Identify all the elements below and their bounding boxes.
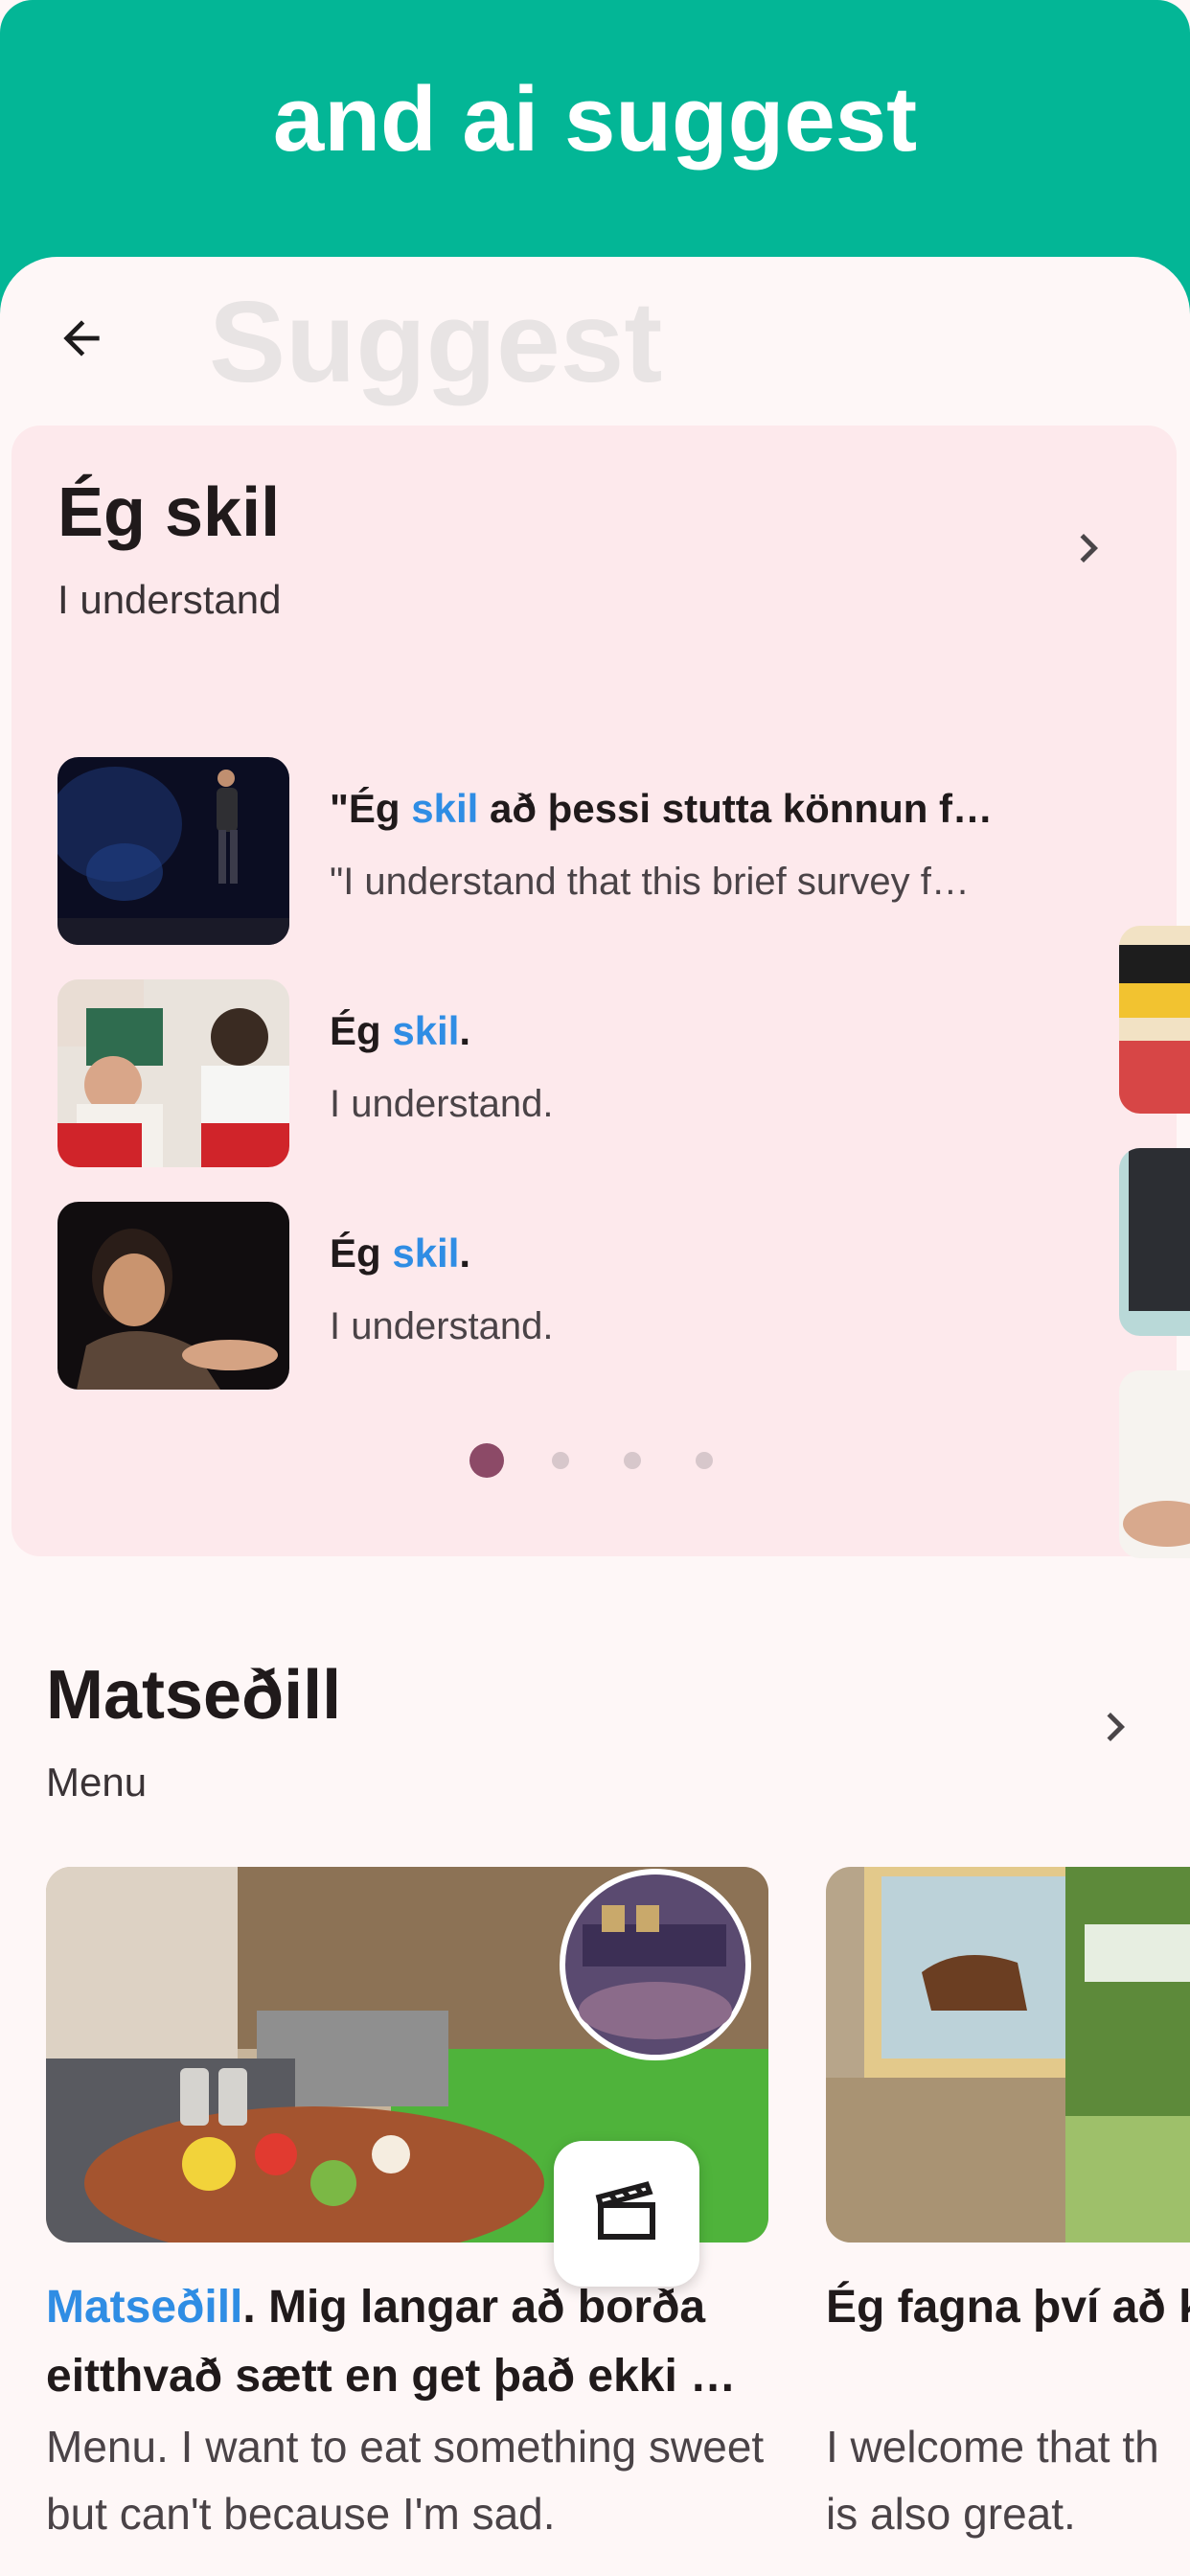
example-row[interactable]: "Ég skil að þessi stutta könnun f… "I un… <box>57 757 1111 945</box>
video-play-button[interactable] <box>554 2141 699 2287</box>
page-dot[interactable] <box>552 1452 569 1469</box>
chevron-right-icon <box>1107 1713 1125 1741</box>
back-button[interactable] <box>38 295 125 381</box>
page-dot[interactable] <box>696 1452 713 1469</box>
video-card-translation: I welcome that th is also great. <box>826 2422 1159 2539</box>
section-translation: Menu <box>46 1760 148 1805</box>
example-translation: I understand. <box>330 1083 554 1125</box>
next-page-preview <box>1119 1148 1190 1336</box>
banner-title: and ai suggest <box>272 68 918 171</box>
phrase-open-button[interactable] <box>1060 519 1117 577</box>
example-row[interactable]: Ég skil. I understand. <box>57 1202 1111 1390</box>
page-title: Suggest <box>209 278 663 406</box>
example-sentence: Ég skil. <box>330 1230 471 1276</box>
phrase-title: Ég skil <box>57 474 281 551</box>
next-page-preview <box>1119 926 1190 1114</box>
video-card-title: Matseðill. Mig langar að borða eitthvað … <box>46 2282 737 2402</box>
phrase-card[interactable]: Ég skil I understand "Ég skil að þessi s… <box>11 426 1190 1558</box>
example-translation: "I understand that this brief survey f… <box>330 861 970 903</box>
video-card-title: Ég fagna því að kaffihúsamatseð <box>826 2282 1190 2333</box>
phrase-translation: I understand <box>57 577 282 622</box>
section-open-button[interactable] <box>1087 1698 1144 1756</box>
video-thumbnail <box>57 757 289 945</box>
example-sentence: "Ég skil að þessi stutta könnun f… <box>330 786 994 831</box>
example-sentence: Ég skil. <box>330 1008 471 1053</box>
page-dot[interactable] <box>624 1452 641 1469</box>
example-row[interactable]: Ég skil. I understand. <box>57 979 1111 1167</box>
video-card-thumbnail[interactable] <box>826 1867 1190 2242</box>
video-card-translation: Menu. I want to eat something sweet but … <box>46 2422 765 2539</box>
video-thumbnail <box>57 979 289 1167</box>
chevron-right-icon <box>1080 534 1098 563</box>
video-thumbnail <box>57 1202 289 1390</box>
example-translation: I understand. <box>330 1305 554 1347</box>
arrow-left-icon <box>63 320 100 356</box>
pagination-dots <box>11 1441 1177 1480</box>
section-title: Matseðill <box>46 1657 342 1734</box>
suggest-sheet: Suggest Ég skil I understand "Ég skil að… <box>0 257 1190 2576</box>
page-dot-active[interactable] <box>469 1443 504 1478</box>
clapperboard-icon <box>595 2181 655 2240</box>
